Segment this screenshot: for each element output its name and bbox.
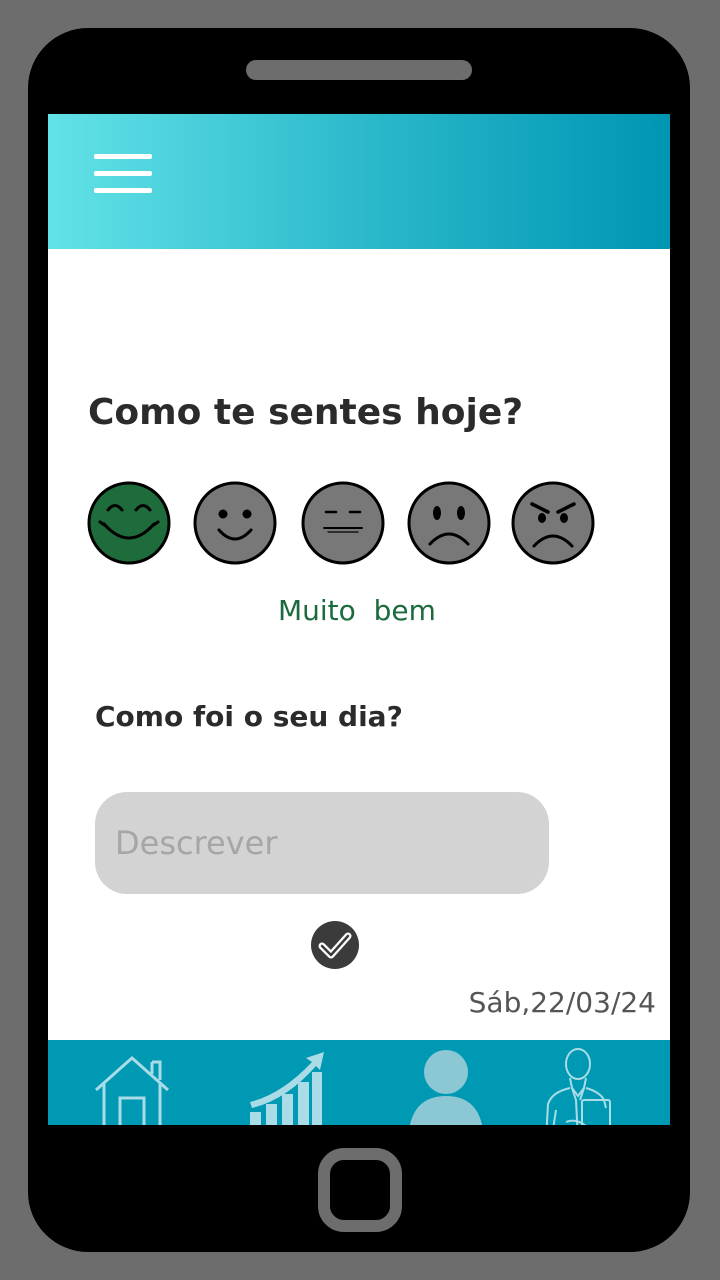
nav-progress[interactable]: [246, 1040, 330, 1125]
nav-profile[interactable]: [406, 1040, 488, 1125]
confirm-button[interactable]: [310, 920, 360, 970]
mood-angry[interactable]: [510, 480, 596, 566]
progress-chart-icon: [250, 1052, 324, 1125]
profile-icon: [409, 1050, 483, 1125]
mood-very-happy[interactable]: [86, 480, 172, 566]
app-screen: Como te sentes hoje? Muito bem Como foi …: [48, 114, 670, 1125]
day-description-input[interactable]: [95, 792, 549, 894]
nav-doctor[interactable]: [542, 1040, 614, 1125]
app-header: [48, 114, 670, 249]
mood-happy[interactable]: [192, 480, 278, 566]
current-date: Sáb,22/03/24: [468, 986, 656, 1019]
sad-face-icon: [407, 481, 491, 565]
doctor-icon: [545, 1048, 611, 1125]
neutral-face-icon: [301, 481, 385, 565]
phone-home-button[interactable]: [318, 1148, 402, 1232]
hamburger-menu-icon[interactable]: [94, 154, 152, 194]
mood-question: Como te sentes hoje?: [88, 392, 524, 433]
phone-frame: Como te sentes hoje? Muito bem Como foi …: [28, 28, 690, 1252]
happy-face-icon: [193, 481, 277, 565]
day-question: Como foi o seu dia?: [95, 700, 403, 733]
phone-speaker: [246, 60, 472, 80]
mood-sad[interactable]: [406, 480, 492, 566]
check-circle-icon: [311, 921, 359, 969]
angry-face-icon: [511, 481, 595, 565]
mood-neutral[interactable]: [300, 480, 386, 566]
nav-home[interactable]: [92, 1040, 178, 1125]
bottom-navigation: [48, 1040, 670, 1125]
very-happy-face-icon: [87, 481, 171, 565]
selected-mood-label: Muito bem: [278, 594, 436, 627]
home-icon: [95, 1055, 169, 1125]
